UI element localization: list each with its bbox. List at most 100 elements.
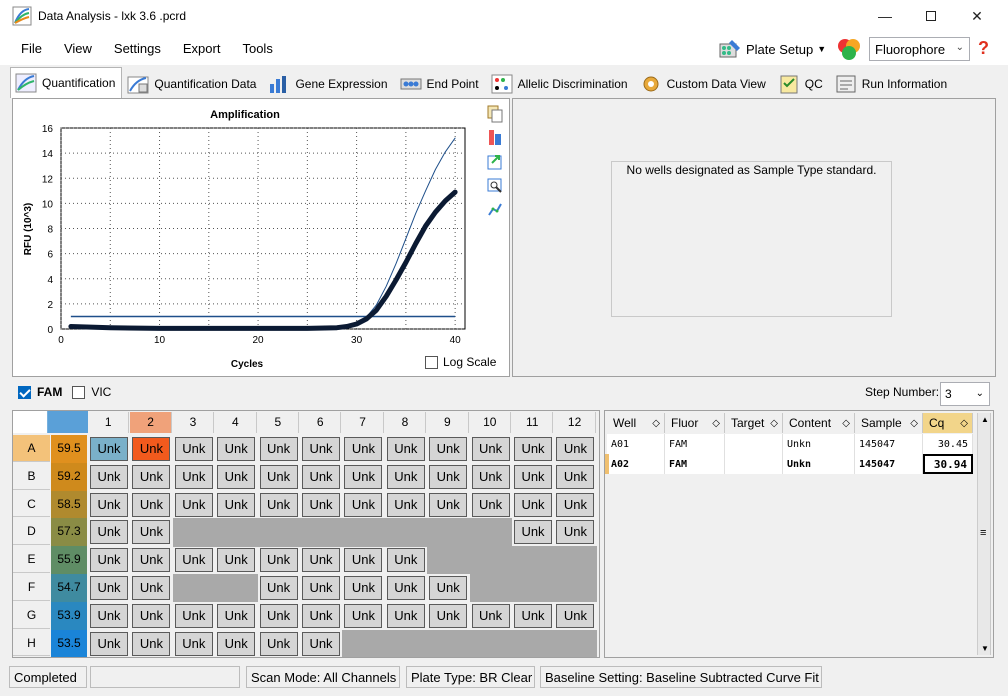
results-column-header[interactable]: Cq ◇	[923, 413, 973, 433]
log-scale-checkbox[interactable]	[425, 355, 438, 369]
tab-end-point[interactable]: End Point	[395, 68, 486, 98]
menu-file[interactable]: File	[10, 41, 53, 56]
tab-qc[interactable]: QC	[773, 68, 830, 98]
plate-well[interactable]: Unk	[217, 464, 256, 489]
scroll-up-icon[interactable]: ▲	[981, 415, 989, 424]
plate-well[interactable]: Unk	[386, 603, 425, 628]
plate-well[interactable]: Unk	[259, 437, 298, 461]
print-icon[interactable]	[487, 129, 503, 147]
results-cell[interactable]: A02	[607, 454, 665, 474]
plate-well[interactable]: Unk	[259, 576, 298, 600]
results-cell[interactable]: Unkn	[783, 434, 855, 454]
results-scrollbar[interactable]: ▲ ≡ ▼	[977, 413, 991, 655]
plate-well[interactable]: Unk	[174, 631, 213, 656]
plate-column-header[interactable]: 3	[172, 412, 215, 433]
minimize-button[interactable]: —	[862, 0, 908, 32]
menu-tools[interactable]: Tools	[231, 41, 283, 56]
plate-row-header[interactable]: B	[13, 462, 50, 490]
copy-icon[interactable]	[487, 105, 503, 123]
plate-well[interactable]: Unk	[90, 437, 128, 461]
results-cell[interactable]	[725, 434, 783, 454]
plate-well[interactable]: Unk	[90, 548, 128, 573]
plate-well[interactable]: Unk	[302, 576, 340, 600]
plate-well[interactable]: Unk	[132, 520, 171, 545]
plate-well[interactable]: Unk	[429, 576, 468, 600]
plate-well[interactable]: Unk	[386, 464, 425, 489]
plate-well[interactable]: Unk	[217, 437, 256, 461]
plate-well[interactable]: Unk	[556, 603, 595, 628]
plate-well[interactable]: Unk	[90, 464, 128, 489]
results-cell[interactable]: Unkn	[783, 454, 855, 474]
results-cell[interactable]: 30.94	[923, 454, 973, 474]
help-icon[interactable]: ?	[978, 38, 989, 59]
plate-well[interactable]: Unk	[174, 464, 213, 489]
plate-well[interactable]: Unk	[259, 492, 298, 517]
plate-well[interactable]: Unk	[514, 492, 552, 517]
plate-well[interactable]: Unk	[90, 520, 128, 545]
menu-settings[interactable]: Settings	[103, 41, 172, 56]
results-cell[interactable]: 30.45	[923, 434, 973, 454]
well-group-icon[interactable]	[836, 37, 862, 61]
close-button[interactable]: ✕	[954, 0, 1000, 32]
scroll-thumb-icon[interactable]: ≡	[980, 527, 986, 539]
plate-well[interactable]: Unk	[556, 492, 595, 517]
maximize-button[interactable]	[908, 0, 954, 32]
plate-column-header[interactable]: 6	[300, 412, 342, 433]
vic-checkbox[interactable]	[72, 385, 86, 399]
plate-well[interactable]: Unk	[344, 464, 383, 489]
fluorophore-select[interactable]: Fluorophore ⌄	[869, 37, 970, 61]
plate-well[interactable]: Unk	[514, 464, 552, 489]
plate-well[interactable]: Unk	[386, 548, 425, 573]
plate-well[interactable]: Unk	[90, 576, 128, 600]
plate-well[interactable]: Unk	[132, 492, 171, 517]
plate-well[interactable]: Unk	[174, 603, 213, 628]
log-scale-toggle[interactable]: Log Scale	[425, 355, 496, 369]
plate-row-header[interactable]: F	[13, 574, 50, 601]
plate-well[interactable]: Unk	[429, 464, 468, 489]
plate-column-header[interactable]: 4	[215, 412, 257, 433]
plate-row-header[interactable]: D	[13, 518, 50, 546]
results-column-header[interactable]: Fluor ◇	[665, 413, 725, 433]
results-cell[interactable]: FAM	[665, 434, 725, 454]
plate-well[interactable]: Unk	[132, 576, 171, 600]
plate-well[interactable]: Unk	[514, 437, 552, 461]
plate-well[interactable]: Unk	[174, 437, 213, 461]
results-cell[interactable]: A01	[607, 434, 665, 454]
plate-well[interactable]: Unk	[556, 464, 595, 489]
plate-well[interactable]: Unk	[132, 437, 171, 461]
results-column-header[interactable]: Sample ◇	[855, 413, 923, 433]
zoom-icon[interactable]	[487, 177, 503, 195]
plate-well[interactable]: Unk	[302, 437, 340, 461]
plate-well[interactable]: Unk	[90, 603, 128, 628]
plate-column-header[interactable]: 12	[554, 412, 596, 433]
tab-gene-expression[interactable]: Gene Expression	[263, 68, 394, 98]
plate-well[interactable]: Unk	[302, 548, 340, 573]
plate-well[interactable]: Unk	[132, 631, 171, 656]
plate-well[interactable]: Unk	[132, 548, 171, 573]
plate-well[interactable]: Unk	[344, 548, 383, 573]
plate-well[interactable]: Unk	[302, 492, 340, 517]
plate-well[interactable]: Unk	[344, 437, 383, 461]
plate-well[interactable]: Unk	[344, 576, 383, 600]
plate-well[interactable]: Unk	[259, 603, 298, 628]
results-column-header[interactable]: Content ◇	[783, 413, 855, 433]
plate-well[interactable]: Unk	[471, 603, 510, 628]
plate-well[interactable]: Unk	[386, 492, 425, 517]
plate-column-header[interactable]: 2	[130, 412, 172, 433]
menu-export[interactable]: Export	[172, 41, 232, 56]
plate-column-header[interactable]: 9	[427, 412, 469, 433]
plate-well[interactable]: Unk	[302, 464, 340, 489]
plate-row-header[interactable]: G	[13, 601, 50, 629]
plate-well[interactable]: Unk	[386, 576, 425, 600]
plate-well[interactable]: Unk	[217, 603, 256, 628]
plate-well[interactable]: Unk	[302, 631, 340, 656]
plate-well[interactable]: Unk	[556, 437, 595, 461]
plate-well[interactable]: Unk	[344, 492, 383, 517]
amplification-chart[interactable]: Amplification Cycles RFU (10^3) 0 10 20 30 4…	[13, 99, 483, 376]
fam-checkbox[interactable]	[18, 385, 31, 399]
plate-row-header[interactable]: H	[13, 629, 50, 657]
plate-row-header[interactable]: A	[13, 435, 50, 462]
tab-quantification[interactable]: Quantification	[10, 67, 123, 98]
plate-column-header[interactable]: 1	[88, 412, 130, 433]
results-cell[interactable]: 145047	[855, 434, 923, 454]
